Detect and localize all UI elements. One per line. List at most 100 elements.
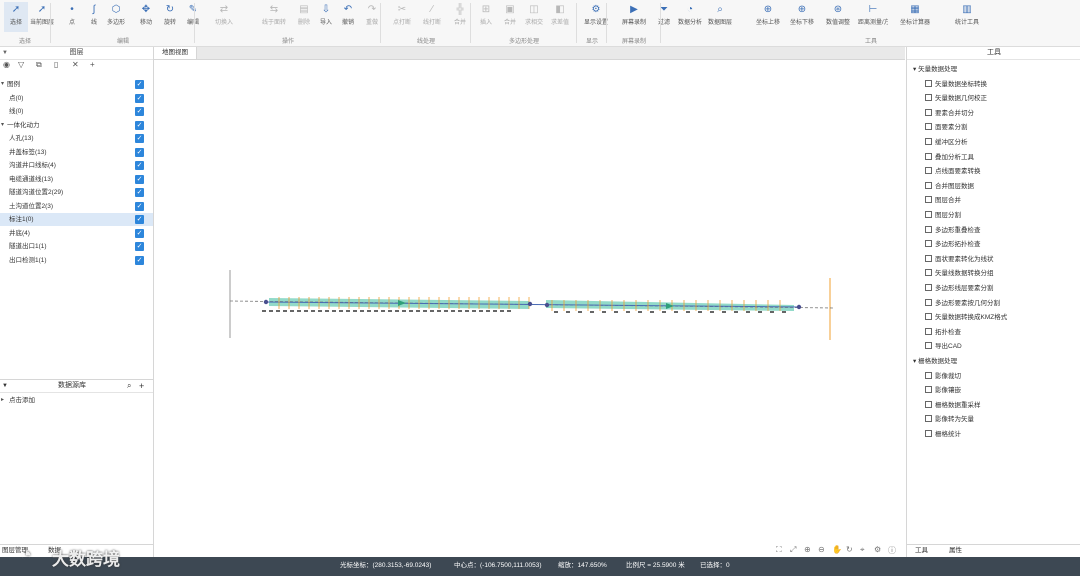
layer-tree-row[interactable]: 土沟道位置2(3) ✓	[0, 200, 153, 213]
tool-item[interactable]: 缓冲区分析	[925, 136, 968, 146]
layer-tree-row[interactable]: 出口检测1(1) ✓	[0, 254, 153, 267]
tool-item[interactable]: 矢量数据转换成KMZ格式	[925, 311, 1007, 321]
layer-tree-row[interactable]: ▾ 一体化动力 ✓	[0, 119, 153, 132]
ribbon-button-line-break[interactable]: ∕ 线打断	[420, 2, 444, 32]
tool-item[interactable]: 影像镶嵌	[925, 384, 961, 394]
tool-item[interactable]: 合并图层数据	[925, 180, 974, 190]
layer-visibility-checkbox[interactable]: ✓	[135, 161, 144, 170]
ribbon-button-coord-up[interactable]: ⊕ 坐标上移	[756, 2, 780, 32]
layer-visibility-checkbox[interactable]: ✓	[135, 188, 144, 197]
tool-item[interactable]: 多边形要素按几何分割	[925, 297, 1000, 307]
ribbon-button-analysis[interactable]: ◔ 数据分析	[678, 2, 702, 32]
ribbon-button-measure[interactable]: ⊢ 距离测量/方向	[858, 2, 888, 32]
ribbon-button-move[interactable]: ✥ 移动	[134, 2, 158, 32]
tool-item[interactable]: 矢量线数据转换分组	[925, 267, 994, 277]
ribbon-button-line[interactable]: ∫ 线	[82, 2, 106, 32]
layer-visibility-checkbox[interactable]: ✓	[135, 201, 144, 211]
tool-item[interactable]: 栅格统计	[925, 428, 961, 438]
info-icon[interactable]: ⓘ	[888, 545, 896, 556]
collapse-icon[interactable]: ▼	[2, 380, 8, 392]
tool-item[interactable]: 图层合并	[925, 194, 961, 204]
ribbon-button-merge2[interactable]: ▣ 合并	[498, 2, 522, 32]
add-icon[interactable]: +	[90, 60, 95, 69]
ribbon-button-layer-check[interactable]: ⌕ 数据图层检查	[708, 2, 732, 32]
layer-visibility-checkbox[interactable]: ✓	[135, 228, 144, 238]
ribbon-button-switch[interactable]: ⇄ 切换入	[212, 2, 236, 32]
tool-item[interactable]: 要素合并切分	[925, 107, 974, 117]
layer-visibility-checkbox[interactable]: ✓	[135, 215, 144, 224]
tab-tools[interactable]: 工具	[915, 545, 928, 557]
ribbon-button-import[interactable]: ⇩ 导入	[314, 2, 338, 32]
refresh-icon[interactable]: ↻	[846, 545, 853, 554]
tool-item[interactable]: 影像裁切	[925, 370, 961, 380]
layer-visibility-checkbox[interactable]: ✓	[135, 147, 144, 157]
ribbon-button-edit[interactable]: ✎ 编辑	[181, 2, 205, 32]
pan-icon[interactable]: ✋	[832, 545, 842, 554]
layer-tree-row[interactable]: 电缆通道线(13) ✓	[0, 173, 153, 186]
ribbon-button-filter[interactable]: ⏷ 过滤	[652, 2, 676, 32]
search-icon[interactable]: ⌕	[127, 380, 131, 392]
zoom-in-icon[interactable]: ⊕	[804, 545, 811, 554]
ribbon-button-point[interactable]: • 点	[60, 2, 84, 32]
ribbon-button-stats[interactable]: ▥ 统计工具	[952, 2, 982, 32]
layer-visibility-checkbox[interactable]: ✓	[135, 174, 144, 184]
expand-icon[interactable]: ▸	[1, 394, 4, 407]
ribbon-button-delete[interactable]: ▤ 删除	[292, 2, 316, 32]
add-icon[interactable]: +	[139, 380, 144, 392]
layer-visibility-checkbox[interactable]: ✓	[135, 242, 144, 251]
tool-item[interactable]: 面状要素转化为线状	[925, 253, 994, 263]
tool-item[interactable]: 导出CAD	[925, 340, 962, 350]
layer-tree-row[interactable]: 沟道井口线标(4) ✓	[0, 159, 153, 172]
layer-tree-row[interactable]: 隧道沟道位置2(29) ✓	[0, 186, 153, 199]
layer-visibility-checkbox[interactable]: ✓	[135, 93, 144, 103]
tool-item[interactable]: 栅格数据重采样	[925, 399, 981, 409]
settings-icon[interactable]: ⚙	[874, 545, 881, 554]
ribbon-button-convert[interactable]: ⇆ 线于面转换	[262, 2, 286, 32]
layer-tree-row[interactable]: 隧道出口1(1) ✓	[0, 240, 153, 253]
layer-tree-row[interactable]: 线(0) ✓	[0, 105, 153, 118]
collapse-icon[interactable]: ▼	[2, 47, 8, 59]
tool-item[interactable]: 影像转为矢量	[925, 413, 974, 423]
ribbon-button-difference[interactable]: ◧ 求差值	[548, 2, 572, 32]
layer-visibility-checkbox[interactable]: ✓	[135, 255, 144, 265]
tool-item[interactable]: 多边形重叠检查	[925, 224, 981, 234]
tool-item[interactable]: 多边形拓扑检查	[925, 238, 981, 248]
layer-visibility-checkbox[interactable]: ✓	[135, 107, 144, 116]
tool-item[interactable]: 点线面要素转换	[925, 165, 981, 175]
tool-item[interactable]: 图层分割	[925, 209, 961, 219]
tool-section-header[interactable]: ▾ 栅格数据处理	[913, 355, 957, 365]
delete-icon[interactable]: ✕	[72, 60, 79, 69]
tool-item[interactable]: 面要素分割	[925, 121, 968, 131]
ribbon-button-undo[interactable]: ↶ 撤销	[336, 2, 360, 32]
map-canvas[interactable]	[154, 60, 905, 544]
tool-item[interactable]: 多边形线层要素分割	[925, 282, 994, 292]
ribbon-button-intersect[interactable]: ◫ 求相交	[522, 2, 546, 32]
expand-icon[interactable]: ▾	[1, 119, 4, 132]
ribbon-button-pointer[interactable]: ➚ 选择	[4, 2, 28, 32]
datasource-item[interactable]: ▸ 点击添加	[0, 394, 153, 407]
layer-visibility-checkbox[interactable]: ✓	[135, 80, 144, 89]
tool-section-header[interactable]: ▾ 矢量数据处理	[913, 63, 957, 73]
ribbon-button-adjust[interactable]: ⊛ 数值调整	[826, 2, 850, 32]
tool-item[interactable]: 叠加分析工具	[925, 151, 974, 161]
expand-icon[interactable]: ▾	[1, 78, 4, 91]
fullscreen-icon[interactable]: ⤢	[790, 545, 796, 555]
tool-item[interactable]: 矢量数据几何校正	[925, 92, 987, 102]
ribbon-button-point-break[interactable]: ✂ 点打断	[390, 2, 414, 32]
tool-item[interactable]: 矢量数据坐标转换	[925, 78, 987, 88]
layer-tree-row[interactable]: ▾ 图例 ✓	[0, 78, 153, 91]
ribbon-button-calculator[interactable]: ▦ 坐标计算器	[900, 2, 930, 32]
ribbon-button-display-settings[interactable]: ⚙ 显示设置	[584, 2, 608, 32]
ribbon-button-record[interactable]: ▶ 屏幕录制	[622, 2, 646, 32]
ribbon-button-coord-down[interactable]: ⊕ 坐标下移	[790, 2, 814, 32]
tool-item[interactable]: 拓扑检查	[925, 326, 961, 336]
measure-icon[interactable]: ⌖	[860, 545, 865, 555]
layer-tree-row[interactable]: 人孔(13) ✓	[0, 132, 153, 145]
ribbon-button-polygon[interactable]: ⬡ 多边形	[104, 2, 128, 32]
zoom-out-icon[interactable]: ⊖	[818, 545, 825, 554]
map-tab[interactable]: 地图视图	[154, 47, 197, 59]
fit-icon[interactable]: ⛶	[776, 545, 782, 555]
map-drawing[interactable]	[154, 60, 905, 544]
layer-tree-row[interactable]: 井盖标签(13) ✓	[0, 146, 153, 159]
tab-properties[interactable]: 属性	[949, 545, 962, 557]
